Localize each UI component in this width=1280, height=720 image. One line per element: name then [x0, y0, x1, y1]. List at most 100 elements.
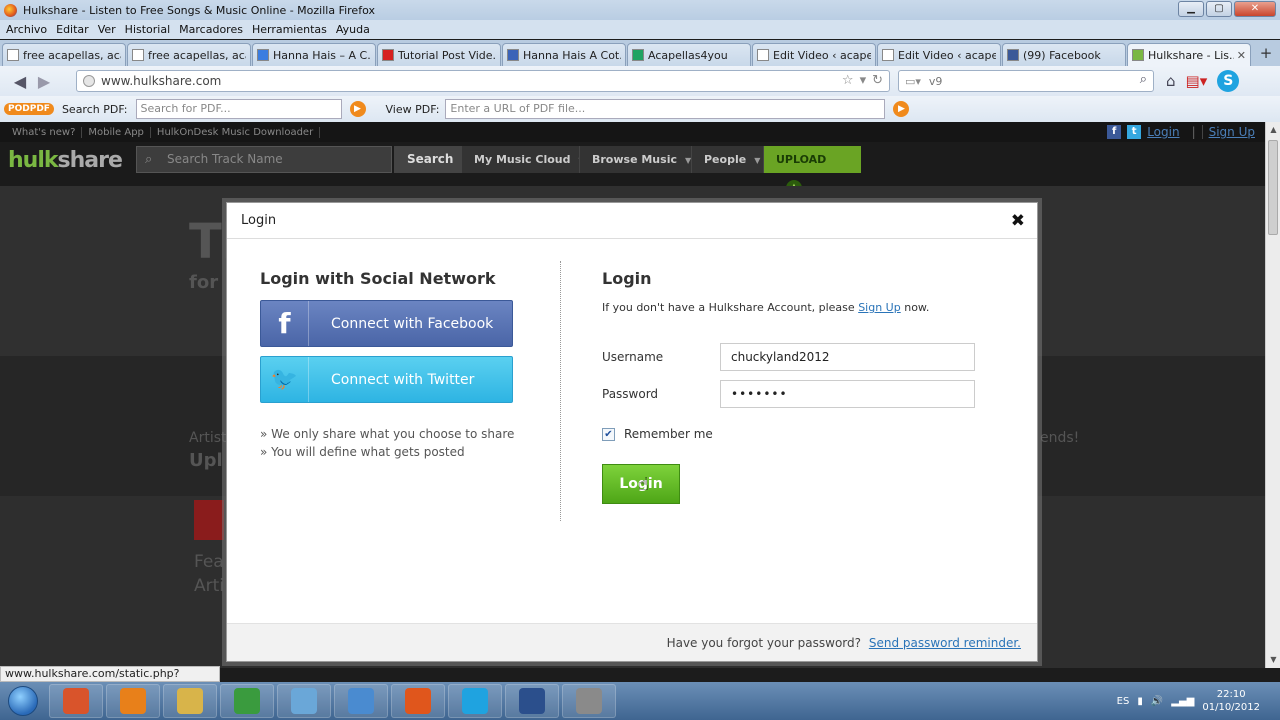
twitter-icon[interactable]: t	[1127, 125, 1142, 139]
browser-tab[interactable]: free acapellas, aca...	[2, 43, 126, 66]
taskbar-item[interactable]	[220, 684, 274, 718]
password-field[interactable]: •••••••	[720, 380, 975, 408]
tab-label: free acapellas, aca...	[148, 48, 246, 62]
back-button[interactable]: ◀	[8, 72, 32, 91]
network-icon[interactable]: ▮	[1137, 696, 1143, 707]
hulkshare-logo[interactable]: hulkshare	[8, 148, 123, 173]
volume-icon[interactable]: 🔊	[1151, 696, 1163, 707]
taskbar-item[interactable]	[391, 684, 445, 718]
modal-close-button[interactable]: ✖	[1011, 203, 1025, 239]
whats-new-link[interactable]: What's new?	[12, 126, 83, 138]
search-pdf-go-icon[interactable]: ▶	[349, 101, 366, 117]
modal-divider	[560, 261, 561, 521]
menu-ayuda[interactable]: Ayuda	[336, 23, 370, 36]
menu-historial[interactable]: Historial	[125, 23, 170, 36]
search-button[interactable]: Search	[394, 146, 466, 173]
facebook-icon: f	[261, 301, 309, 346]
new-tab-button[interactable]: +	[1254, 42, 1278, 64]
search-bar[interactable]: ▭▾ v9 ⌕	[898, 70, 1154, 92]
browser-tab[interactable]: Hulkshare - Lis... ✕	[1127, 43, 1251, 66]
google-icon	[257, 49, 269, 61]
dropdown-arrow-icon[interactable]: ▾	[860, 73, 867, 88]
menu-editar[interactable]: Editar	[56, 23, 89, 36]
connect-twitter-button[interactable]: 🐦 Connect with Twitter	[260, 356, 513, 403]
hulkondesk-link[interactable]: HulkOnDesk Music Downloader	[151, 126, 321, 138]
tab-label: Tutorial Post Vide...	[398, 48, 496, 62]
clock[interactable]: 22:10 01/10/2012	[1202, 688, 1260, 714]
view-pdf-label: View PDF:	[385, 102, 440, 116]
r-icon	[507, 49, 519, 61]
social-login-title: Login with Social Network	[260, 269, 496, 288]
view-pdf-input[interactable]: Enter a URL of PDF file...	[445, 99, 886, 119]
skype-icon[interactable]: S	[1217, 70, 1240, 92]
browser-tab[interactable]: Tutorial Post Vide...	[377, 43, 501, 66]
menu-marcadores[interactable]: Marcadores	[179, 23, 243, 36]
url-bar[interactable]: www.hulkshare.com ☆ ▾ ↻	[76, 70, 890, 92]
forward-button[interactable]: ▶	[32, 72, 56, 91]
sheet-icon	[632, 49, 644, 61]
close-button[interactable]: ✕	[1234, 1, 1276, 17]
firefox-icon	[405, 688, 431, 714]
taskbar-item[interactable]	[562, 684, 616, 718]
browser-tab[interactable]: Edit Video ‹ acapel...	[752, 43, 876, 66]
tab-close-icon[interactable]: ✕	[1237, 49, 1246, 62]
friends-text: ends!	[1040, 430, 1080, 446]
search-engine-icon[interactable]: ▭▾	[905, 75, 921, 88]
status-bar: www.hulkshare.com/static.php?op=login#	[0, 666, 220, 694]
view-pdf-go-icon[interactable]: ▶	[893, 101, 910, 117]
browse-music-menu[interactable]: Browse Music ▼	[579, 146, 704, 173]
scroll-up-icon[interactable]: ▲	[1266, 122, 1280, 138]
page-icon	[132, 49, 144, 61]
menu-herramientas[interactable]: Herramientas	[252, 23, 327, 36]
browser-tab[interactable]: (99) Facebook	[1002, 43, 1126, 66]
menu-archivo[interactable]: Archivo	[6, 23, 47, 36]
language-indicator[interactable]: ES	[1117, 696, 1130, 707]
page-scrollbar[interactable]: ▲ ▼	[1265, 122, 1280, 668]
globe-icon	[83, 75, 95, 87]
reload-icon[interactable]: ↻	[872, 73, 883, 88]
remember-me-checkbox[interactable]: ✔	[602, 427, 615, 441]
browser-tab[interactable]: Acapellas4you	[627, 43, 751, 66]
mobile-app-link[interactable]: Mobile App	[82, 126, 151, 138]
signup-link[interactable]: Sign Up	[858, 301, 901, 314]
browser-tab[interactable]: free acapellas, aca...	[127, 43, 251, 66]
search-pdf-label: Search PDF:	[61, 102, 128, 116]
search-pdf-input[interactable]: Search for PDF...	[135, 99, 342, 119]
signal-icon[interactable]: ▂▄▆	[1171, 696, 1194, 707]
skype-icon	[462, 688, 488, 714]
scroll-down-icon[interactable]: ▼	[1266, 652, 1280, 668]
taskbar-item[interactable]	[334, 684, 388, 718]
taskbar-item[interactable]	[163, 684, 217, 718]
maximize-button[interactable]: ▢	[1206, 1, 1232, 17]
site-login-link[interactable]: Login	[1147, 125, 1179, 139]
taskbar-item[interactable]	[106, 684, 160, 718]
search-icon[interactable]: ⌕	[1140, 72, 1147, 87]
site-signup-link[interactable]: Sign Up	[1209, 125, 1255, 139]
scrollbar-thumb[interactable]	[1268, 140, 1278, 235]
start-button[interactable]	[0, 683, 46, 719]
my-music-cloud-menu[interactable]: My Music Cloud▼	[461, 146, 597, 173]
browser-tab[interactable]: Edit Video ‹ acapel...	[877, 43, 1001, 66]
connect-facebook-button[interactable]: f Connect with Facebook	[260, 300, 513, 347]
navigation-bar: ◀ ▶ www.hulkshare.com ☆ ▾ ↻ ▭▾ v9 ⌕ ⌂ ▤▾…	[0, 66, 1280, 96]
bookmark-star-icon[interactable]: ☆	[842, 73, 854, 88]
home-icon[interactable]: ⌂	[1166, 72, 1176, 90]
browser-tab[interactable]: Hanna Hais – A C...	[252, 43, 376, 66]
send-password-reminder-link[interactable]: Send password reminder.	[869, 636, 1021, 650]
menu-ver[interactable]: Ver	[98, 23, 116, 36]
username-field[interactable]: chuckyland2012	[720, 343, 975, 371]
track-search-input[interactable]: ⌕ Search Track Name	[136, 146, 392, 173]
pdf-icon[interactable]: ▤▾	[1186, 72, 1208, 90]
taskbar-item[interactable]	[49, 684, 103, 718]
site-header: hulkshare ⌕ Search Track Name Search My …	[0, 142, 1265, 196]
facebook-icon[interactable]: f	[1107, 125, 1122, 139]
minimize-button[interactable]: ▁	[1178, 1, 1204, 17]
taskbar-item[interactable]	[277, 684, 331, 718]
taskbar-item[interactable]	[505, 684, 559, 718]
remember-me[interactable]: ✔ Remember me	[602, 427, 713, 441]
people-menu[interactable]: People ▼	[691, 146, 773, 173]
floppy-icon	[519, 688, 545, 714]
browser-tab[interactable]: Hanna Hais A Cot...	[502, 43, 626, 66]
taskbar-item[interactable]	[448, 684, 502, 718]
upload-button[interactable]: UPLOAD▲	[763, 146, 861, 196]
